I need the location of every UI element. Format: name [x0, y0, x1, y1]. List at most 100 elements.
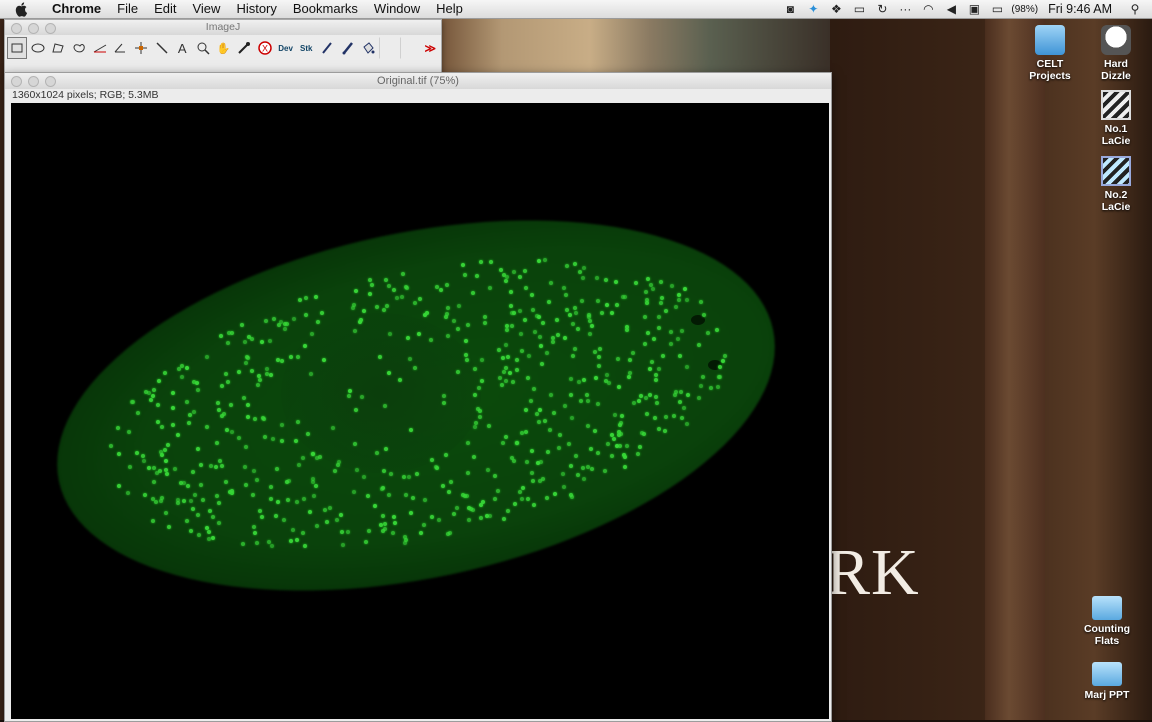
fluorescent-spot	[115, 426, 120, 431]
scroll-hand-tool-icon[interactable]: ✋	[214, 37, 234, 59]
empty-tool-slot[interactable]	[399, 37, 420, 59]
menu-window[interactable]: Window	[366, 0, 428, 18]
fluorescent-spot	[445, 333, 450, 338]
fluorescent-spot	[612, 413, 617, 418]
fluorescent-spot	[206, 529, 211, 534]
fluorescent-spot	[492, 497, 497, 502]
desktop-icon-counting-flats[interactable]: Counting Flats	[1072, 596, 1142, 647]
fluorescent-spot	[573, 454, 578, 459]
angle-tool-icon[interactable]	[110, 37, 130, 59]
fluorescent-spot	[646, 276, 651, 281]
zoom-button[interactable]	[45, 76, 56, 87]
calendar-icon[interactable]: ▣	[965, 0, 983, 18]
battery-icon[interactable]: ▭	[988, 0, 1006, 18]
color-picker-tool-icon[interactable]	[234, 37, 254, 59]
point-tool-icon[interactable]	[131, 37, 151, 59]
spotlight-search-icon[interactable]: ⚲	[1126, 0, 1144, 18]
clear-tool-icon[interactable]: X	[255, 37, 275, 59]
more-tools-icon[interactable]: ≫	[420, 37, 440, 59]
fluorescent-spot	[452, 511, 456, 516]
menu-app-chrome[interactable]: Chrome	[44, 0, 109, 18]
desktop-icon-no2-lacie[interactable]: No.2 LaCie	[1081, 156, 1151, 213]
polygon-tool-icon[interactable]	[48, 37, 68, 59]
apple-menu-icon[interactable]	[14, 1, 30, 17]
fluorescent-spot	[434, 464, 439, 469]
close-button[interactable]	[11, 23, 22, 34]
rectangle-tool-icon[interactable]	[7, 37, 27, 59]
pencil-tool-icon[interactable]	[317, 37, 337, 59]
menu-help[interactable]: Help	[428, 0, 471, 18]
wand-tool-icon[interactable]	[152, 37, 172, 59]
image-window-titlebar[interactable]: Original.tif (75%)	[5, 73, 831, 89]
fluorescent-spot	[274, 513, 279, 518]
freehand-tool-icon[interactable]	[69, 37, 89, 59]
image-canvas[interactable]	[11, 103, 829, 719]
empty-tool-slot[interactable]	[379, 37, 399, 59]
more-dots-icon[interactable]: ···	[896, 0, 914, 18]
fluorescent-spot	[536, 420, 541, 425]
menu-edit[interactable]: Edit	[146, 0, 184, 18]
sync-icon[interactable]: ↻	[873, 0, 891, 18]
fluorescent-spot	[440, 483, 445, 488]
clock[interactable]: Fri 9:46 AM	[1048, 2, 1112, 16]
fluorescent-spot	[341, 542, 346, 547]
magnifier-tool-icon[interactable]	[193, 37, 213, 59]
fluorescent-spot	[455, 505, 460, 510]
zoom-button[interactable]	[45, 23, 56, 34]
brush-tool-icon[interactable]	[338, 37, 358, 59]
fluorescent-spot	[199, 463, 203, 467]
wifi-icon[interactable]: ◠	[919, 0, 937, 18]
text-tool-icon[interactable]: A	[172, 37, 192, 59]
flood-fill-tool-icon[interactable]	[358, 37, 378, 59]
fluorescent-spot	[479, 378, 484, 383]
fluorescent-spot	[511, 379, 515, 384]
image-window-title: Original.tif (75%)	[377, 75, 459, 87]
camera-icon[interactable]: ◙	[781, 0, 799, 18]
menu-file[interactable]: File	[109, 0, 146, 18]
fluorescent-spot	[532, 329, 537, 334]
desktop-icon-label: LaCie	[1101, 135, 1131, 147]
fluorescent-spot	[187, 412, 192, 417]
close-button[interactable]	[11, 76, 22, 87]
dropbox-icon[interactable]: ❖	[827, 0, 845, 18]
fluorescent-spot	[182, 498, 187, 503]
desktop-icon-hard-dizzle[interactable]: Hard Dizzle	[1081, 25, 1151, 82]
fluorescent-spot	[531, 387, 536, 391]
fluorescent-spot	[522, 269, 527, 273]
fluorescent-spot	[264, 366, 269, 371]
fluorescent-spot	[556, 332, 561, 337]
fluorescent-spot	[296, 462, 301, 467]
fluorescent-spot	[659, 300, 664, 305]
fluorescent-spot	[219, 333, 223, 338]
volume-icon[interactable]: ◀	[942, 0, 960, 18]
fluorescent-spot	[463, 352, 468, 357]
window-controls	[11, 76, 56, 87]
menu-view[interactable]: View	[184, 0, 228, 18]
imagej-titlebar[interactable]: ImageJ	[5, 20, 441, 35]
menu-history[interactable]: History	[228, 0, 284, 18]
fluorescent-spot	[594, 276, 599, 280]
menu-bookmarks[interactable]: Bookmarks	[285, 0, 366, 18]
screen-icon[interactable]: ▭	[850, 0, 868, 18]
dev-tool[interactable]: Dev	[276, 37, 296, 59]
stk-tool[interactable]: Stk	[296, 37, 316, 59]
fluorescent-spot	[575, 326, 580, 331]
fluorescent-spot	[295, 420, 300, 425]
desktop-icon-no1-lacie[interactable]: No.1 LaCie	[1081, 90, 1151, 147]
fluorescent-spot	[519, 331, 524, 336]
fluorescent-spot	[135, 411, 140, 415]
straight-line-tool-icon[interactable]	[90, 37, 110, 59]
fluorescent-spot	[550, 339, 555, 344]
twitter-icon[interactable]: ✦	[804, 0, 822, 18]
fluorescent-spot	[418, 531, 423, 536]
desktop-icon-marj-ppt[interactable]: Marj PPT	[1072, 662, 1142, 701]
fluorescent-spot	[269, 484, 273, 489]
fluorescent-spot	[303, 295, 308, 300]
oval-tool-icon[interactable]	[28, 37, 48, 59]
desktop-icon-celt-projects[interactable]: CELT Projects	[1015, 25, 1085, 82]
minimize-button[interactable]	[28, 23, 39, 34]
fluorescent-spot	[229, 330, 234, 335]
fluorescent-spot	[677, 353, 682, 358]
minimize-button[interactable]	[28, 76, 39, 87]
fluorescent-spot	[382, 521, 387, 526]
